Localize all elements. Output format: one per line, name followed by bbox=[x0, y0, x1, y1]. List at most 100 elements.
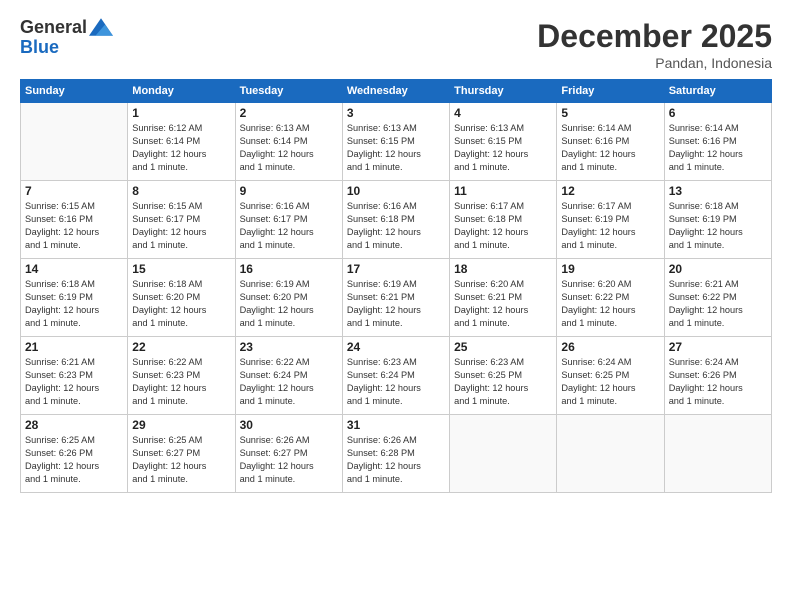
weekday-header: Friday bbox=[557, 80, 664, 103]
calendar-cell bbox=[21, 103, 128, 181]
calendar-cell: 14 Sunrise: 6:18 AMSunset: 6:19 PMDayligh… bbox=[21, 259, 128, 337]
location-subtitle: Pandan, Indonesia bbox=[537, 55, 772, 71]
day-info: Sunrise: 6:12 AMSunset: 6:14 PMDaylight:… bbox=[132, 122, 230, 174]
day-info: Sunrise: 6:22 AMSunset: 6:23 PMDaylight:… bbox=[132, 356, 230, 408]
month-title: December 2025 bbox=[537, 18, 772, 55]
calendar-cell: 6 Sunrise: 6:14 AMSunset: 6:16 PMDaylight… bbox=[664, 103, 771, 181]
day-info: Sunrise: 6:18 AMSunset: 6:19 PMDaylight:… bbox=[669, 200, 767, 252]
day-number: 26 bbox=[561, 340, 659, 354]
calendar-cell: 7 Sunrise: 6:15 AMSunset: 6:16 PMDaylight… bbox=[21, 181, 128, 259]
day-number: 14 bbox=[25, 262, 123, 276]
calendar-cell: 18 Sunrise: 6:20 AMSunset: 6:21 PMDayligh… bbox=[450, 259, 557, 337]
calendar-cell: 22 Sunrise: 6:22 AMSunset: 6:23 PMDayligh… bbox=[128, 337, 235, 415]
day-info: Sunrise: 6:14 AMSunset: 6:16 PMDaylight:… bbox=[561, 122, 659, 174]
calendar-cell: 24 Sunrise: 6:23 AMSunset: 6:24 PMDayligh… bbox=[342, 337, 449, 415]
day-number: 24 bbox=[347, 340, 445, 354]
weekday-header: Monday bbox=[128, 80, 235, 103]
calendar-cell: 12 Sunrise: 6:17 AMSunset: 6:19 PMDayligh… bbox=[557, 181, 664, 259]
day-info: Sunrise: 6:23 AMSunset: 6:24 PMDaylight:… bbox=[347, 356, 445, 408]
day-info: Sunrise: 6:18 AMSunset: 6:20 PMDaylight:… bbox=[132, 278, 230, 330]
calendar-cell: 2Sunrise: 6:13 AMSunset: 6:14 PMDaylight… bbox=[235, 103, 342, 181]
day-number: 28 bbox=[25, 418, 123, 432]
calendar-body: 1 Sunrise: 6:12 AMSunset: 6:14 PMDaylight… bbox=[21, 103, 772, 493]
day-number: 9 bbox=[240, 184, 338, 198]
day-info: Sunrise: 6:24 AMSunset: 6:25 PMDaylight:… bbox=[561, 356, 659, 408]
calendar-cell: 9 Sunrise: 6:16 AMSunset: 6:17 PMDaylight… bbox=[235, 181, 342, 259]
day-number: 23 bbox=[240, 340, 338, 354]
calendar-table: SundayMondayTuesdayWednesdayThursdayFrid… bbox=[20, 79, 772, 493]
day-number: 21 bbox=[25, 340, 123, 354]
calendar-cell: 26 Sunrise: 6:24 AMSunset: 6:25 PMDayligh… bbox=[557, 337, 664, 415]
day-info: Sunrise: 6:17 AMSunset: 6:19 PMDaylight:… bbox=[561, 200, 659, 252]
day-number: 18 bbox=[454, 262, 552, 276]
day-info: Sunrise: 6:15 AMSunset: 6:16 PMDaylight:… bbox=[25, 200, 123, 252]
logo-blue: Blue bbox=[20, 38, 113, 58]
day-number: 13 bbox=[669, 184, 767, 198]
day-number: 31 bbox=[347, 418, 445, 432]
calendar-week-row: 7 Sunrise: 6:15 AMSunset: 6:16 PMDaylight… bbox=[21, 181, 772, 259]
calendar-cell: 3 Sunrise: 6:13 AMSunset: 6:15 PMDaylight… bbox=[342, 103, 449, 181]
calendar-cell: 5Sunrise: 6:14 AMSunset: 6:16 PMDaylight… bbox=[557, 103, 664, 181]
day-info: Sunrise: 6:19 AMSunset: 6:21 PMDaylight:… bbox=[347, 278, 445, 330]
day-info: Sunrise: 6:14 AMSunset: 6:16 PMDaylight:… bbox=[669, 122, 767, 174]
day-info: Sunrise: 6:24 AMSunset: 6:26 PMDaylight:… bbox=[669, 356, 767, 408]
day-number: 17 bbox=[347, 262, 445, 276]
day-info: Sunrise: 6:15 AMSunset: 6:17 PMDaylight:… bbox=[132, 200, 230, 252]
day-number: 1 bbox=[132, 106, 230, 120]
day-number: 12 bbox=[561, 184, 659, 198]
calendar-cell: 1 Sunrise: 6:12 AMSunset: 6:14 PMDaylight… bbox=[128, 103, 235, 181]
calendar-cell: 28Sunrise: 6:25 AMSunset: 6:26 PMDayligh… bbox=[21, 415, 128, 493]
logo-text: General Blue bbox=[20, 18, 113, 58]
day-number: 4 bbox=[454, 106, 552, 120]
header: General Blue December 2025 Pandan, Indon… bbox=[20, 18, 772, 71]
day-info: Sunrise: 6:16 AMSunset: 6:18 PMDaylight:… bbox=[347, 200, 445, 252]
day-number: 8 bbox=[132, 184, 230, 198]
day-number: 19 bbox=[561, 262, 659, 276]
day-number: 20 bbox=[669, 262, 767, 276]
calendar-cell: 15 Sunrise: 6:18 AMSunset: 6:20 PMDayligh… bbox=[128, 259, 235, 337]
calendar-cell: 19Sunrise: 6:20 AMSunset: 6:22 PMDayligh… bbox=[557, 259, 664, 337]
day-info: Sunrise: 6:16 AMSunset: 6:17 PMDaylight:… bbox=[240, 200, 338, 252]
day-info: Sunrise: 6:20 AMSunset: 6:21 PMDaylight:… bbox=[454, 278, 552, 330]
logo-icon bbox=[89, 17, 113, 37]
day-number: 25 bbox=[454, 340, 552, 354]
day-info: Sunrise: 6:13 AMSunset: 6:15 PMDaylight:… bbox=[347, 122, 445, 174]
day-info: Sunrise: 6:19 AMSunset: 6:20 PMDaylight:… bbox=[240, 278, 338, 330]
calendar-cell bbox=[450, 415, 557, 493]
day-info: Sunrise: 6:18 AMSunset: 6:19 PMDaylight:… bbox=[25, 278, 123, 330]
day-number: 7 bbox=[25, 184, 123, 198]
calendar-cell: 30 Sunrise: 6:26 AMSunset: 6:27 PMDayligh… bbox=[235, 415, 342, 493]
calendar-cell: 21Sunrise: 6:21 AMSunset: 6:23 PMDayligh… bbox=[21, 337, 128, 415]
day-number: 30 bbox=[240, 418, 338, 432]
weekday-header: Sunday bbox=[21, 80, 128, 103]
calendar-week-row: 28Sunrise: 6:25 AMSunset: 6:26 PMDayligh… bbox=[21, 415, 772, 493]
day-info: Sunrise: 6:25 AMSunset: 6:27 PMDaylight:… bbox=[132, 434, 230, 486]
calendar-cell: 17 Sunrise: 6:19 AMSunset: 6:21 PMDayligh… bbox=[342, 259, 449, 337]
day-number: 15 bbox=[132, 262, 230, 276]
logo-general: General bbox=[20, 18, 87, 38]
page: General Blue December 2025 Pandan, Indon… bbox=[0, 0, 792, 612]
day-info: Sunrise: 6:26 AMSunset: 6:27 PMDaylight:… bbox=[240, 434, 338, 486]
calendar-cell: 16 Sunrise: 6:19 AMSunset: 6:20 PMDayligh… bbox=[235, 259, 342, 337]
calendar-cell: 13 Sunrise: 6:18 AMSunset: 6:19 PMDayligh… bbox=[664, 181, 771, 259]
day-number: 6 bbox=[669, 106, 767, 120]
day-number: 11 bbox=[454, 184, 552, 198]
day-number: 3 bbox=[347, 106, 445, 120]
day-info: Sunrise: 6:17 AMSunset: 6:18 PMDaylight:… bbox=[454, 200, 552, 252]
calendar-cell: 31 Sunrise: 6:26 AMSunset: 6:28 PMDayligh… bbox=[342, 415, 449, 493]
day-info: Sunrise: 6:26 AMSunset: 6:28 PMDaylight:… bbox=[347, 434, 445, 486]
calendar-cell bbox=[557, 415, 664, 493]
calendar-cell: 11 Sunrise: 6:17 AMSunset: 6:18 PMDayligh… bbox=[450, 181, 557, 259]
calendar-week-row: 21Sunrise: 6:21 AMSunset: 6:23 PMDayligh… bbox=[21, 337, 772, 415]
day-number: 29 bbox=[132, 418, 230, 432]
calendar-cell: 29 Sunrise: 6:25 AMSunset: 6:27 PMDayligh… bbox=[128, 415, 235, 493]
calendar-cell: 25 Sunrise: 6:23 AMSunset: 6:25 PMDayligh… bbox=[450, 337, 557, 415]
weekday-header: Thursday bbox=[450, 80, 557, 103]
day-info: Sunrise: 6:23 AMSunset: 6:25 PMDaylight:… bbox=[454, 356, 552, 408]
day-info: Sunrise: 6:22 AMSunset: 6:24 PMDaylight:… bbox=[240, 356, 338, 408]
day-number: 22 bbox=[132, 340, 230, 354]
day-number: 27 bbox=[669, 340, 767, 354]
day-number: 16 bbox=[240, 262, 338, 276]
day-info: Sunrise: 6:13 AMSunset: 6:14 PMDaylight:… bbox=[240, 122, 338, 174]
weekday-header: Saturday bbox=[664, 80, 771, 103]
